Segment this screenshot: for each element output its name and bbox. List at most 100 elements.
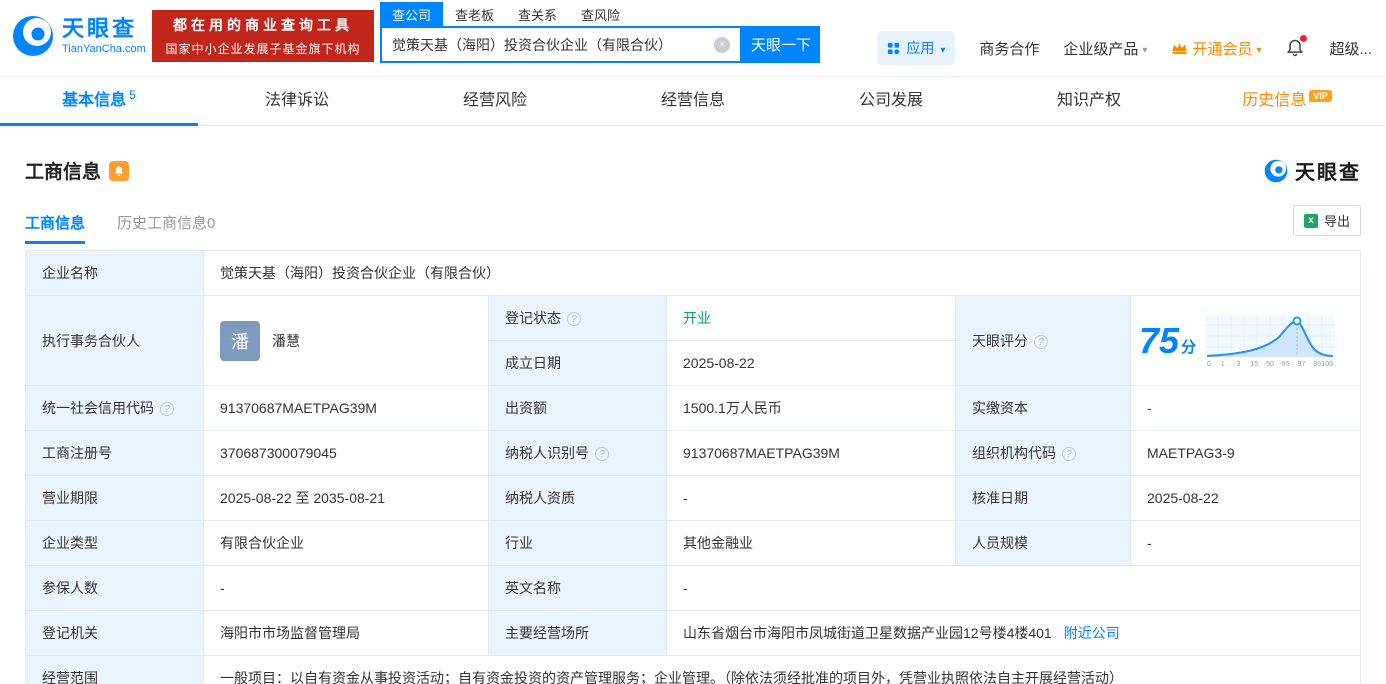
table-row: 登记机关 海阳市市场监督管理局 主要经营场所 山东省烟台市海阳市凤城街道卫星数据… (25, 610, 1361, 656)
search-tab-company[interactable]: 查公司 (380, 2, 444, 27)
apps-menu[interactable]: 应用 (877, 31, 956, 65)
bell-icon (115, 166, 124, 176)
tab-legal-litigation-label: 法律诉讼 (264, 92, 329, 109)
tab-intellectual-property[interactable]: 知识产权 (990, 77, 1188, 125)
nearby-companies-link[interactable]: 附近公司 (1064, 625, 1120, 641)
logo-text: 天眼查 TianYanCha.com (62, 16, 146, 56)
svg-text:85: 85 (1282, 361, 1290, 368)
apps-grid-icon (888, 42, 900, 54)
subtab-business-info[interactable]: 工商信息 (25, 212, 86, 244)
help-icon[interactable] (595, 447, 609, 461)
credit-code-value: 91370687MAETPAG39M (203, 385, 489, 431)
tab-basic-info[interactable]: 基本信息 5 (0, 77, 198, 126)
tianyancha-logo[interactable]: 天眼查 TianYanCha.com (10, 13, 146, 59)
table-row: 营业期限 2025-08-22 至 2035-08-21 纳税人资质 - 核准日… (25, 475, 1361, 521)
reg-authority-label: 登记机关 (25, 610, 204, 656)
paid-capital-label: 实缴资本 (955, 385, 1131, 431)
nav-user[interactable]: 超级... (1329, 38, 1372, 59)
svg-text:100: 100 (1321, 361, 1333, 368)
business-info-table: 企业名称 觉策天基（海阳）投资合伙企业（有限合伙） 执行事务合伙人 潘 潘慧 登… (25, 250, 1361, 684)
reg-status-cell: 开业 (666, 295, 956, 341)
svg-text:99: 99 (1313, 361, 1321, 368)
help-icon[interactable] (567, 312, 581, 326)
partner-name-link[interactable]: 潘慧 (272, 331, 300, 351)
help-icon[interactable] (1062, 447, 1076, 461)
reg-number-label: 工商注册号 (25, 430, 204, 476)
score-unit: 分 (1181, 339, 1197, 356)
insured-count-label: 参保人数 (25, 565, 204, 611)
nav-open-membership-label: 开通会员 (1192, 40, 1253, 58)
org-code-value: MAETPAG3-9 (1130, 430, 1361, 476)
tab-history-info[interactable]: 历史信息 VIP (1188, 77, 1386, 125)
caret-down-icon (940, 40, 945, 56)
promo-badge: 都在用的商业查询工具 国家中小企业发展子基金旗下机构 (152, 10, 374, 62)
search-input[interactable] (382, 36, 714, 53)
partner-avatar[interactable]: 潘 (220, 320, 260, 361)
tianyancha-watermark-icon (1264, 159, 1288, 182)
table-row: 企业名称 觉策天基（海阳）投资合伙企业（有限合伙） (25, 250, 1361, 296)
tab-legal-litigation[interactable]: 法律诉讼 (198, 77, 396, 125)
tax-id-value: 91370687MAETPAG39M (666, 430, 956, 476)
svg-text:3: 3 (1237, 361, 1241, 368)
nav-open-membership[interactable]: 开通会员 (1171, 38, 1261, 59)
english-name-value: - (666, 565, 1361, 611)
score-label: 天眼评分 (955, 295, 1131, 386)
subscribe-bell-icon[interactable] (109, 160, 130, 181)
table-row: 企业类型 有限合伙企业 行业 其他金融业 人员规模 - (25, 520, 1361, 566)
staff-size-label: 人员规模 (955, 520, 1131, 566)
crown-icon (1172, 42, 1188, 54)
subtab-history-business-info[interactable]: 历史工商信息0 (117, 212, 215, 244)
score-distribution-chart: 0 1 3 15 50 85 97 99 100 (1205, 314, 1336, 368)
company-tabbar: 基本信息 5 法律诉讼 经营风险 经营信息 公司发展 知识产权 历史信息 VIP (0, 76, 1386, 126)
svg-text:0: 0 (1207, 361, 1211, 368)
reg-authority-value: 海阳市市场监督管理局 (203, 610, 489, 656)
partner-cell: 潘 潘慧 (203, 295, 489, 386)
registration-status: 开业 (683, 310, 711, 326)
approval-date-label: 核准日期 (955, 475, 1131, 521)
tab-operation-risk[interactable]: 经营风险 (396, 77, 594, 125)
search-tab-relation[interactable]: 查关系 (506, 2, 569, 27)
caret-down-icon (1256, 40, 1261, 57)
caret-down-icon (1142, 40, 1147, 57)
tab-operation-info-label: 经营信息 (660, 92, 725, 109)
svg-text:97: 97 (1298, 361, 1306, 368)
tab-company-development[interactable]: 公司发展 (792, 77, 990, 125)
export-button-label: 导出 (1323, 214, 1350, 229)
clear-search-icon[interactable] (714, 36, 730, 53)
nav-business-cooperation[interactable]: 商务合作 (979, 38, 1039, 59)
svg-text:1: 1 (1221, 361, 1225, 368)
industry-label: 行业 (488, 520, 667, 566)
search-tab-risk[interactable]: 查风险 (569, 2, 632, 27)
tab-intellectual-property-label: 知识产权 (1056, 92, 1121, 109)
export-button[interactable]: 导出 (1292, 205, 1361, 236)
search-tab-boss[interactable]: 查老板 (443, 2, 506, 27)
notification-bell[interactable] (1285, 35, 1308, 58)
english-name-label: 英文名称 (488, 565, 667, 611)
tab-operation-info[interactable]: 经营信息 (594, 77, 792, 125)
score-label-text: 天眼评分 (972, 332, 1028, 349)
excel-icon (1303, 213, 1318, 228)
company-name-label: 企业名称 (25, 250, 204, 296)
notification-dot (1300, 35, 1308, 42)
table-row: 统一社会信用代码 91370687MAETPAG39M 出资额 1500.1万人… (25, 385, 1361, 431)
content: 工商信息 天眼查 工商信息 历史工商信息0 x 导出 企业名称 觉策天基（海阳）… (0, 156, 1386, 684)
search-row: 天眼一下 (380, 26, 820, 63)
promo-badge-line2: 国家中小企业发展子基金旗下机构 (165, 42, 361, 56)
nav-business-cooperation-label: 商务合作 (979, 40, 1040, 58)
approval-date-value: 2025-08-22 (1130, 475, 1361, 521)
table-row: 经营范围 一般项目：以自有资金从事投资活动；自有资金投资的资产管理服务；企业管理… (25, 655, 1361, 684)
search-button[interactable]: 天眼一下 (742, 26, 820, 63)
help-icon[interactable] (160, 402, 174, 416)
table-row: 参保人数 - 英文名称 - (25, 565, 1361, 611)
address-cell: 山东省烟台市海阳市凤城街道卫星数据产业园12号楼4楼401 附近公司 (666, 610, 1361, 656)
search-area: 查公司 查老板 查关系 查风险 天眼一下 (380, 2, 820, 63)
tianyancha-watermark-text: 天眼查 (1295, 162, 1361, 184)
tax-id-label: 纳税人识别号 (488, 430, 667, 476)
tab-basic-info-count: 5 (129, 87, 136, 102)
nav-enterprise-products[interactable]: 企业级产品 (1063, 38, 1147, 59)
insured-count-value: - (203, 565, 489, 611)
help-icon[interactable] (1034, 334, 1048, 349)
svg-text:50: 50 (1266, 361, 1274, 368)
logo-domain: TianYanCha.com (62, 43, 146, 56)
staff-size-value: - (1130, 520, 1361, 566)
